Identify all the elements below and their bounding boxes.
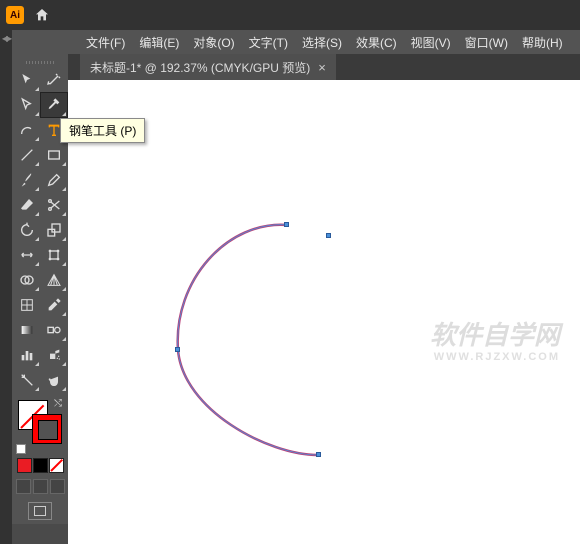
- eraser-tool[interactable]: [14, 193, 40, 217]
- menu-effect[interactable]: 效果(C): [350, 32, 403, 53]
- watermark-url: WWW.RJZXW.COM: [430, 351, 560, 364]
- app-logo: Ai: [6, 6, 24, 24]
- draw-behind[interactable]: [33, 479, 48, 494]
- artwork-path[interactable]: [168, 210, 368, 460]
- eyedropper-tool[interactable]: [41, 293, 67, 317]
- hand-tool[interactable]: [41, 368, 67, 392]
- fill-stroke-swatches[interactable]: ⤭: [16, 398, 64, 454]
- canvas[interactable]: 软件自学网 WWW.RJZXW.COM: [68, 80, 580, 544]
- anchor-point[interactable]: [284, 222, 289, 227]
- draw-normal[interactable]: [16, 479, 31, 494]
- mesh-tool[interactable]: [14, 293, 40, 317]
- curvature-tool[interactable]: [14, 118, 40, 142]
- menu-edit[interactable]: 编辑(E): [133, 32, 185, 53]
- shape-builder-tool[interactable]: [14, 268, 40, 292]
- color-mode-row: [17, 458, 64, 473]
- anchor-point[interactable]: [316, 452, 321, 457]
- rotate-tool[interactable]: [14, 218, 40, 242]
- width-tool[interactable]: [14, 243, 40, 267]
- gradient-tool[interactable]: [14, 318, 40, 342]
- selection-tool[interactable]: [14, 68, 40, 92]
- scissors-tool[interactable]: [41, 193, 67, 217]
- home-icon[interactable]: [34, 7, 50, 23]
- menu-object[interactable]: 对象(O): [187, 32, 240, 53]
- paintbrush-tool[interactable]: [14, 168, 40, 192]
- tooltip: 钢笔工具 (P): [60, 118, 145, 143]
- menu-window[interactable]: 窗口(W): [459, 32, 514, 53]
- menu-bar: 文件(F) 编辑(E) 对象(O) 文字(T) 选择(S) 效果(C) 视图(V…: [0, 30, 580, 54]
- default-fill-stroke[interactable]: [16, 444, 26, 454]
- menu-file[interactable]: 文件(F): [80, 32, 131, 53]
- panel-collapse-gutter[interactable]: ◀▶: [0, 30, 12, 544]
- magic-wand-tool[interactable]: [41, 68, 67, 92]
- direct-selection-tool[interactable]: [14, 93, 40, 117]
- panel-grip[interactable]: [16, 58, 64, 66]
- watermark: 软件自学网 WWW.RJZXW.COM: [430, 320, 560, 364]
- menu-select[interactable]: 选择(S): [296, 32, 348, 53]
- pen-tool[interactable]: [41, 93, 67, 117]
- color-mode-none[interactable]: [49, 458, 64, 473]
- anchor-point[interactable]: [175, 347, 180, 352]
- rectangle-tool[interactable]: [41, 143, 67, 167]
- pencil-tool[interactable]: [41, 168, 67, 192]
- draw-modes: [16, 479, 65, 494]
- menu-type[interactable]: 文字(T): [243, 32, 294, 53]
- swap-fill-stroke-icon[interactable]: ⤭: [54, 398, 62, 409]
- blend-tool[interactable]: [41, 318, 67, 342]
- color-mode-solid[interactable]: [17, 458, 32, 473]
- free-transform-tool[interactable]: [41, 243, 67, 267]
- column-graph-tool[interactable]: [14, 343, 40, 367]
- collapse-arrows-icon: ◀▶: [2, 34, 10, 544]
- anchor-point[interactable]: [326, 233, 331, 238]
- symbol-sprayer-tool[interactable]: [41, 343, 67, 367]
- slice-tool[interactable]: [14, 368, 40, 392]
- menu-view[interactable]: 视图(V): [405, 32, 457, 53]
- stroke-swatch[interactable]: [32, 414, 62, 444]
- document-tab[interactable]: 未标题-1* @ 192.37% (CMYK/GPU 预览) ×: [80, 54, 336, 80]
- watermark-text: 软件自学网: [430, 320, 560, 351]
- line-tool[interactable]: [14, 143, 40, 167]
- document-tabs: 未标题-1* @ 192.37% (CMYK/GPU 预览) ×: [0, 54, 580, 80]
- menu-help[interactable]: 帮助(H): [516, 32, 569, 53]
- color-mode-black[interactable]: [33, 458, 48, 473]
- perspective-grid-tool[interactable]: [41, 268, 67, 292]
- tab-title: 未标题-1* @ 192.37% (CMYK/GPU 预览): [90, 59, 310, 76]
- scale-tool[interactable]: [41, 218, 67, 242]
- screen-mode-button[interactable]: [28, 502, 52, 520]
- tab-close-icon[interactable]: ×: [318, 60, 326, 75]
- draw-inside[interactable]: [50, 479, 65, 494]
